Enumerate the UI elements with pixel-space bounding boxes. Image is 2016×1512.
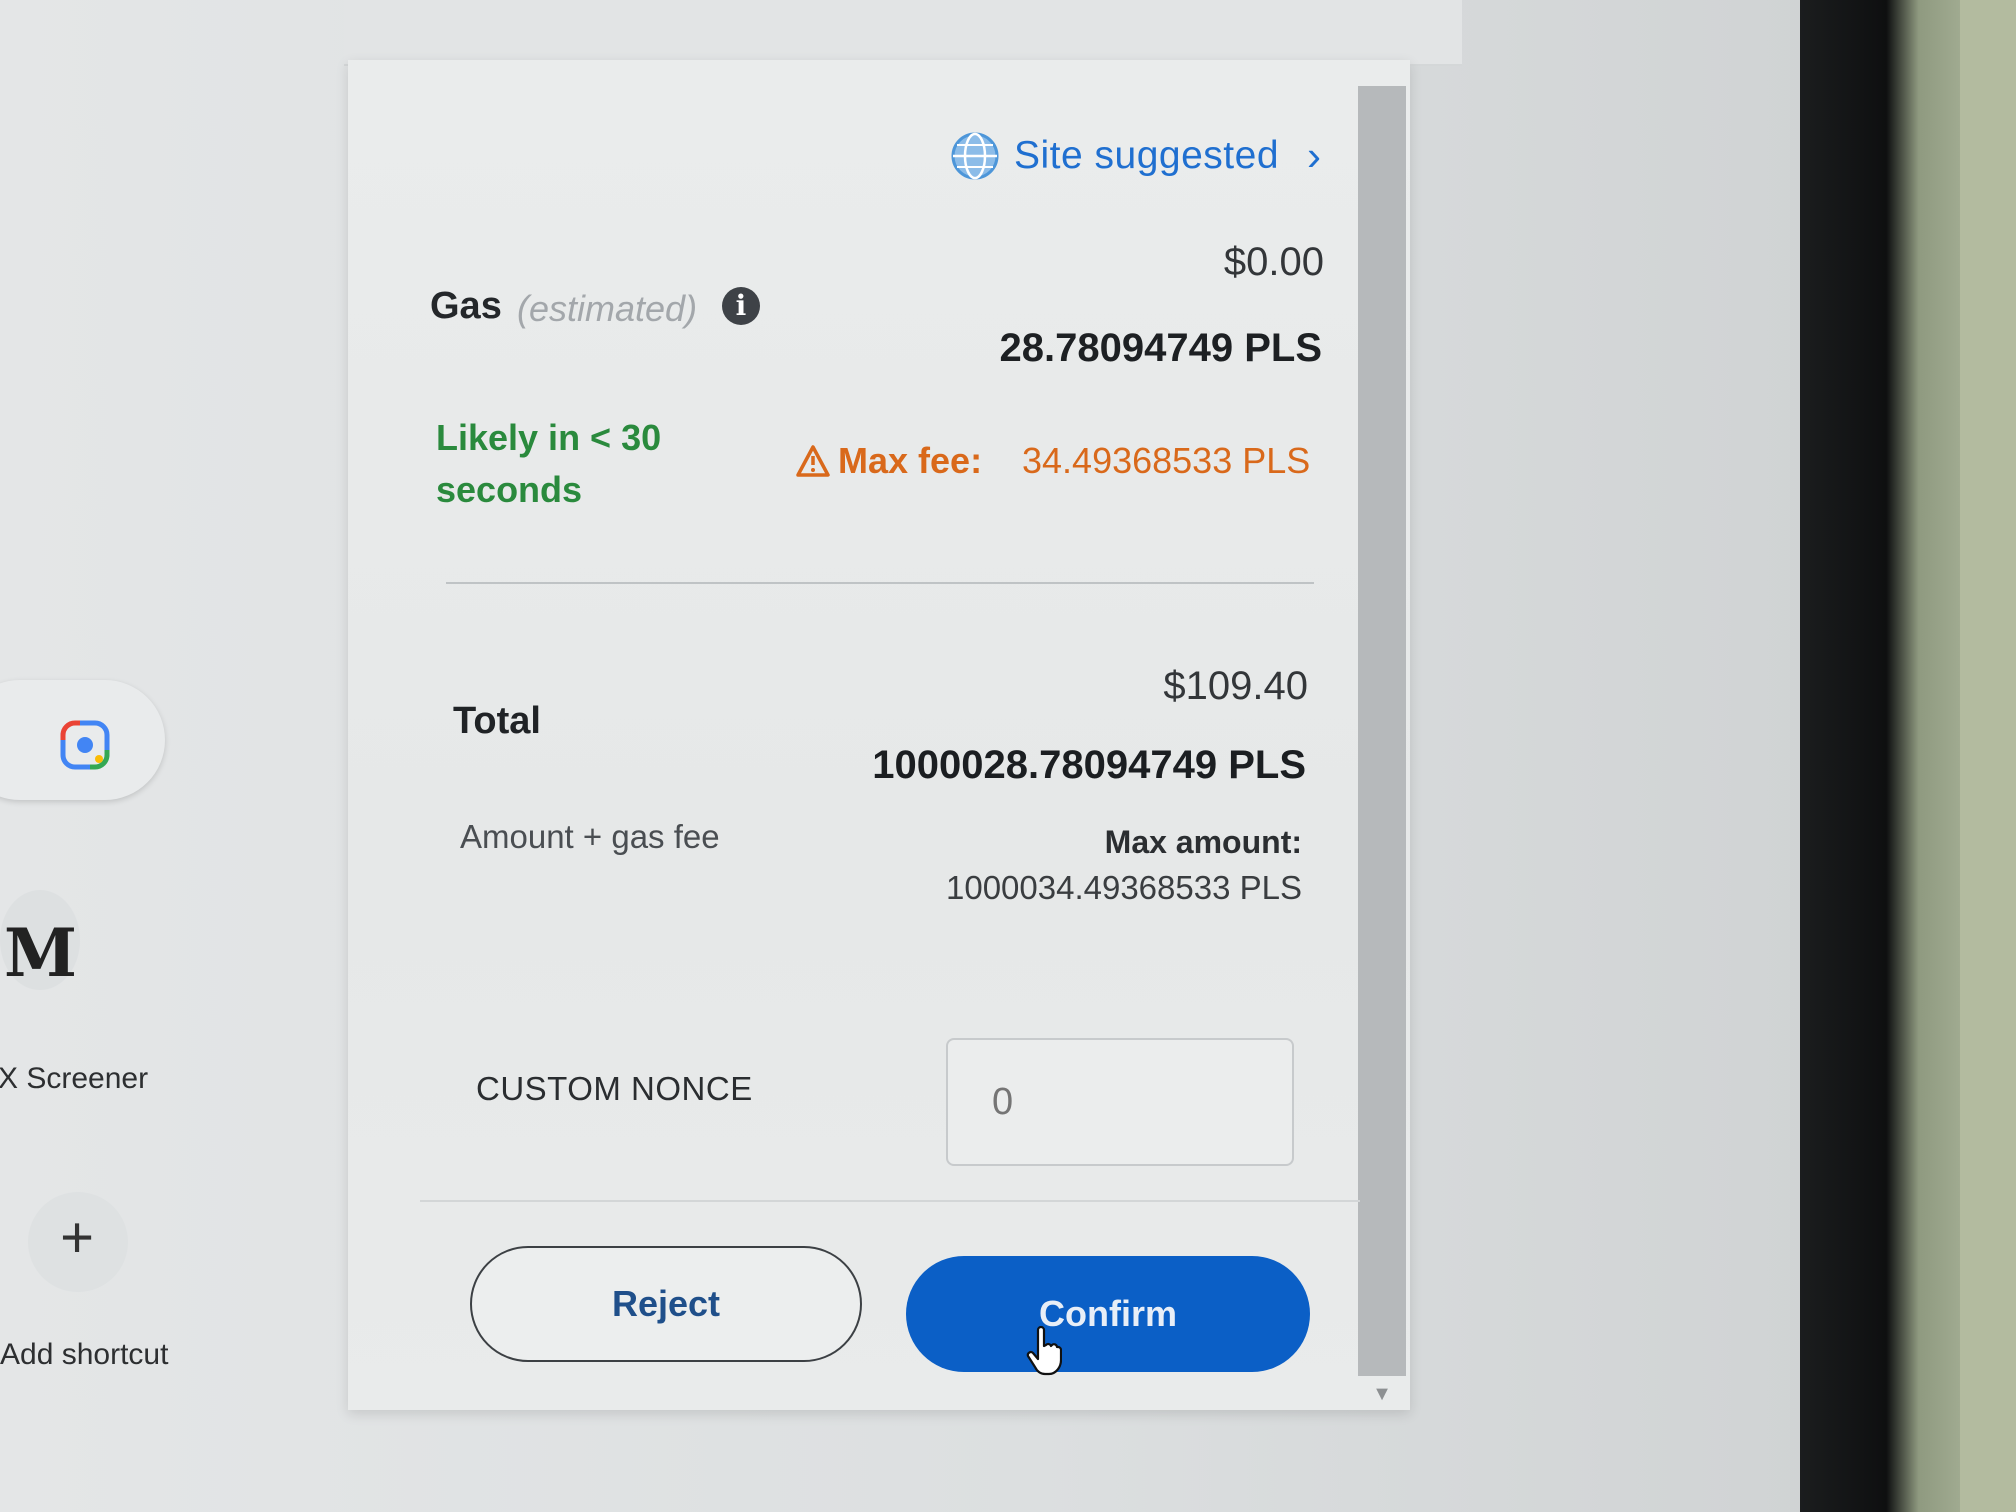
gas-estimated-label: (estimated) (517, 288, 698, 329)
google-lens-icon[interactable] (58, 718, 112, 772)
background-wall (1960, 0, 2016, 1512)
total-label: Total (453, 700, 541, 742)
gas-timing-estimate: Likely in < 30 seconds (436, 417, 662, 510)
popup-scrollbar[interactable] (1358, 86, 1406, 1376)
warning-icon (796, 445, 830, 477)
chevron-right-icon: › (1307, 132, 1322, 179)
total-subtext: Amount + gas fee (460, 818, 720, 855)
total-fiat-value: $109.40 (1163, 664, 1308, 708)
footer-divider (420, 1200, 1360, 1202)
gas-native-value: 28.78094749 PLS (999, 326, 1322, 370)
scroll-down-arrow-icon[interactable]: ▼ (1362, 1382, 1402, 1406)
globe-icon (951, 132, 999, 180)
custom-nonce-input[interactable] (946, 1038, 1294, 1166)
max-amount-value: 1000034.49368533 PLS (945, 869, 1302, 906)
reject-button[interactable]: Reject (470, 1246, 862, 1362)
shortcut-label-add[interactable]: Add shortcut (0, 1338, 168, 1372)
popup-header-strip (344, 0, 1462, 66)
custom-nonce-label: CUSTOM NONCE (476, 1070, 753, 1107)
max-fee-label: Max fee: (838, 440, 983, 481)
info-icon[interactable]: i (722, 287, 760, 325)
shortcut-label-x-screener[interactable]: X Screener (0, 1062, 148, 1096)
site-suggested-button[interactable]: Site suggested › (950, 128, 1321, 184)
screener-logo-icon: M (4, 914, 78, 992)
plus-icon: + (60, 1205, 94, 1270)
confirm-button[interactable]: Confirm (906, 1256, 1310, 1372)
gas-fiat-value: $0.00 (1223, 240, 1324, 284)
max-amount-label: Max amount: (1104, 824, 1302, 860)
section-divider (446, 582, 1314, 584)
hand-cursor-icon (1026, 1326, 1062, 1376)
site-suggested-label: Site suggested (1014, 134, 1280, 177)
total-native-value: 1000028.78094749 PLS (872, 743, 1306, 787)
gas-label: Gas (430, 285, 502, 327)
max-fee-value: 34.49368533 PLS (1022, 440, 1311, 481)
